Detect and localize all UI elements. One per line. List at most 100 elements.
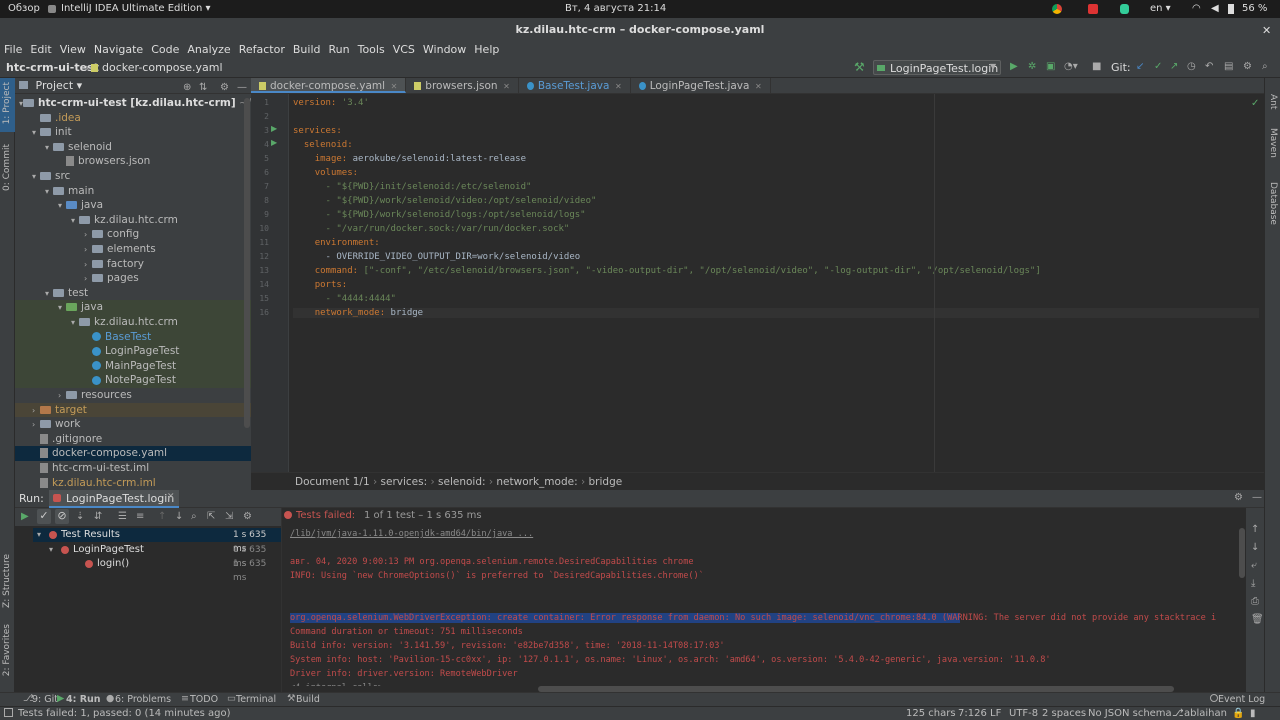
coverage-icon[interactable]: ▣ xyxy=(1046,61,1055,72)
chrome-icon[interactable] xyxy=(1052,4,1062,14)
gear-icon[interactable]: ⚙ xyxy=(1234,492,1243,503)
tool-tab[interactable]: Build xyxy=(296,694,320,705)
chevron-down-icon[interactable]: ▾ xyxy=(71,214,79,229)
code-area[interactable]: version: '3.4' services: selenoid: image:… xyxy=(291,94,1261,474)
scroll-down-icon[interactable]: ↓ xyxy=(1251,542,1259,553)
close-tab-icon[interactable]: ✕ xyxy=(167,492,175,502)
tree-scrollbar[interactable] xyxy=(244,98,250,428)
indent-setting[interactable]: 2 spaces xyxy=(1042,708,1086,719)
memory-icon[interactable]: ▮ xyxy=(1250,708,1256,719)
settings-icon[interactable]: ⚙ xyxy=(1243,61,1252,72)
event-log-tab[interactable]: Event Log xyxy=(1218,694,1265,705)
sort-duration-icon[interactable]: ⇵ xyxy=(94,511,102,522)
tree-item[interactable]: › resources xyxy=(15,388,251,403)
show-ignored-toggle[interactable]: ⊘ xyxy=(55,509,69,524)
chevron-down-icon[interactable]: ▾ xyxy=(58,199,66,214)
lock-icon[interactable]: 🔒 xyxy=(1232,708,1244,719)
run-config-selector[interactable]: LoginPageTest.login ▼ xyxy=(873,60,1001,75)
chevron-down-icon[interactable]: ▾ xyxy=(45,185,53,200)
console-output[interactable]: /lib/jvm/java-1.11.0-openjdk-amd64/bin/j… xyxy=(282,526,1246,686)
editor-tab[interactable]: LoginPageTest.java ✕ xyxy=(631,78,771,93)
run-console[interactable]: Tests failed: 1 of 1 test – 1 s 635 ms /… xyxy=(282,508,1246,692)
editor-tab[interactable]: browsers.json ✕ xyxy=(406,78,519,93)
chevron-down-icon[interactable]: ▾ xyxy=(32,170,40,185)
breadcrumb-file[interactable]: docker-compose.yaml xyxy=(102,61,223,74)
toggle-tool-windows-icon[interactable] xyxy=(4,708,13,717)
file-encoding[interactable]: UTF-8 xyxy=(1009,708,1038,719)
breadcrumb-item[interactable]: Document 1/1 xyxy=(295,476,370,488)
breadcrumb-item[interactable]: network_mode: xyxy=(496,476,577,488)
history-icon[interactable]: ◷ xyxy=(1187,61,1196,72)
import-icon[interactable]: ⇱ xyxy=(207,511,215,522)
menu-help[interactable]: Help xyxy=(470,42,503,58)
debug-icon[interactable]: ✲ xyxy=(1028,61,1036,72)
tree-item[interactable]: › target xyxy=(15,402,251,419)
menu-run[interactable]: Run xyxy=(325,42,354,58)
search-icon[interactable]: ⌕ xyxy=(1262,61,1268,72)
console-v-scrollbar[interactable] xyxy=(1239,528,1245,578)
tree-item[interactable]: ▾ kz.dilau.htc.crm xyxy=(15,315,251,330)
tool-tab[interactable]: 4: Run xyxy=(66,694,101,705)
close-tab-icon[interactable]: ✕ xyxy=(501,82,510,91)
tree-item[interactable]: docker-compose.yaml xyxy=(15,446,251,461)
tree-item[interactable]: .gitignore xyxy=(15,432,251,447)
chevron-right-icon[interactable]: › xyxy=(84,243,92,258)
tree-item[interactable]: › config xyxy=(15,227,251,242)
chevron-down-icon[interactable]: ▾ xyxy=(32,126,40,141)
scroll-up-icon[interactable]: ↑ xyxy=(1251,524,1259,535)
expand-all-icon[interactable]: ☰ xyxy=(118,511,127,522)
menu-refactor[interactable]: Refactor xyxy=(235,42,289,58)
breadcrumb-item[interactable]: services: xyxy=(381,476,428,488)
language-selector[interactable]: en ▾ xyxy=(1150,3,1171,14)
tree-item[interactable]: › work xyxy=(15,417,251,432)
tree-item[interactable]: browsers.json xyxy=(15,154,251,169)
chevron-right-icon[interactable]: › xyxy=(32,404,40,419)
wifi-icon[interactable]: ◠ xyxy=(1192,3,1201,14)
tray-icon[interactable] xyxy=(1088,4,1098,14)
project-structure-icon[interactable]: ▤ xyxy=(1224,61,1233,72)
chevron-right-icon[interactable]: › xyxy=(84,258,92,273)
status-message[interactable]: Tests failed: 1, passed: 0 (14 minutes a… xyxy=(18,708,231,719)
previous-icon[interactable]: ↑ xyxy=(158,511,166,522)
tree-item[interactable]: › pages xyxy=(15,271,251,286)
tool-tab[interactable]: Terminal xyxy=(236,694,276,705)
tree-item[interactable]: .idea xyxy=(15,111,251,126)
test-node[interactable]: ▾ LoginPageTest 1 s 635 ms xyxy=(33,543,281,569)
tree-item[interactable]: ▾ main xyxy=(15,184,251,199)
tree-item[interactable]: kz.dilau.htc-crm.iml xyxy=(15,476,251,490)
run-icon[interactable]: ▶ xyxy=(1010,61,1018,72)
hide-icon[interactable]: — xyxy=(1252,492,1262,503)
menu-navigate[interactable]: Navigate xyxy=(90,42,147,58)
menu-code[interactable]: Code xyxy=(147,42,183,58)
chevron-right-icon[interactable]: › xyxy=(58,389,66,404)
chevron-right-icon[interactable]: › xyxy=(32,418,40,433)
tool-tab[interactable]: 9: Git xyxy=(32,694,58,705)
chevron-right-icon[interactable]: › xyxy=(84,228,92,243)
json-schema[interactable]: No JSON schema xyxy=(1088,708,1172,719)
run-service-icon[interactable]: ▶ xyxy=(271,138,277,147)
tree-item[interactable]: ▾ init xyxy=(15,125,251,140)
scroll-to-end-icon[interactable]: ⤓ xyxy=(1251,578,1255,589)
menu-tools[interactable]: Tools xyxy=(354,42,389,58)
shield-icon[interactable] xyxy=(1120,4,1129,14)
tree-item[interactable]: ▾ java xyxy=(15,198,251,213)
menu-view[interactable]: View xyxy=(56,42,90,58)
breadcrumb-item[interactable]: selenoid: xyxy=(438,476,486,488)
tree-item[interactable]: ▾ java xyxy=(15,300,251,315)
app-menu[interactable]: IntelliJ IDEA Ultimate Edition ▾ xyxy=(61,3,211,14)
tree-item[interactable]: LoginPageTest xyxy=(15,344,251,359)
rerun-icon[interactable]: ▶ xyxy=(21,511,29,522)
line-separator[interactable]: LF xyxy=(990,708,1001,719)
tree-item[interactable]: htc-crm-ui-test.iml xyxy=(15,461,251,476)
chevron-down-icon[interactable]: ▾ xyxy=(45,287,53,302)
activities-button[interactable]: Обзор xyxy=(8,3,40,14)
close-tab-icon[interactable]: ✕ xyxy=(388,82,398,91)
gear-icon[interactable]: ⚙ xyxy=(243,511,252,522)
ant-tool-tab[interactable]: Ant xyxy=(1268,94,1278,109)
rollback-icon[interactable]: ↶ xyxy=(1205,61,1213,72)
commit-tool-tab[interactable]: 0: Commit xyxy=(2,144,12,191)
tree-root[interactable]: ▾htc-crm-ui-test [kz.dilau.htc-crm] ~/Te… xyxy=(15,96,251,111)
run-service-icon[interactable]: ▶ xyxy=(271,124,277,133)
tree-item[interactable]: ▾ src xyxy=(15,169,251,184)
clock[interactable]: Вт, 4 августа 21:14 xyxy=(565,3,666,14)
